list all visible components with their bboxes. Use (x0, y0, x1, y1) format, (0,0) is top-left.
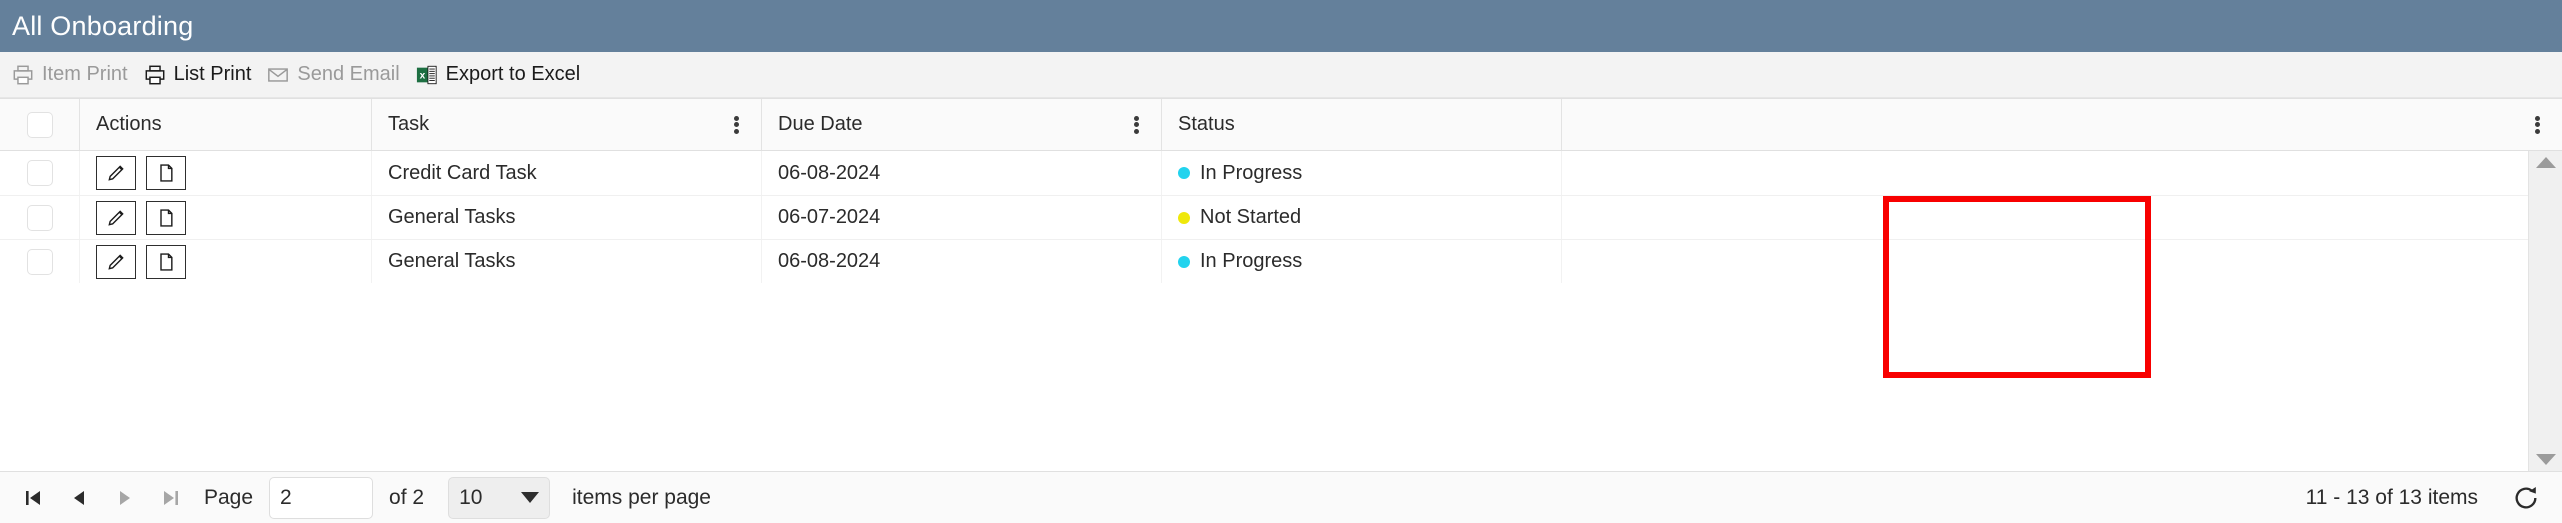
onboarding-grid-page: All Onboarding Item Print List Print Sen… (0, 0, 2562, 523)
row-actions-cell (80, 196, 372, 239)
row-select-cell (0, 240, 80, 283)
last-page-button[interactable] (148, 478, 194, 518)
table-row[interactable]: General Tasks 06-07-2024 Not Started (0, 195, 2562, 239)
previous-page-button[interactable] (56, 478, 102, 518)
row-status-cell: In Progress (1162, 240, 1562, 283)
chevron-down-icon (521, 492, 540, 503)
page-number-input[interactable] (269, 476, 374, 519)
column-menu-status-icon[interactable] (2528, 113, 2546, 137)
refresh-button[interactable] (2504, 478, 2548, 518)
toolbar: Item Print List Print Send Email x Expor… (0, 52, 2562, 98)
row-filler-cell (1562, 240, 2562, 283)
page-size-value: 10 (459, 485, 483, 509)
select-all-header-cell (0, 99, 80, 150)
column-header-due-date: Due Date (762, 99, 1162, 150)
column-header-task-label: Task (388, 113, 430, 135)
column-menu-due-date-icon[interactable] (1127, 113, 1145, 137)
scroll-up-arrow-icon[interactable] (2535, 157, 2556, 168)
table-row[interactable]: General Tasks 06-08-2024 In Progress (0, 239, 2562, 283)
export-to-excel-button[interactable]: x Export to Excel (412, 59, 593, 90)
row-checkbox[interactable] (26, 160, 53, 186)
send-email-label: Send Email (297, 63, 400, 85)
status-label: In Progress (1200, 161, 1303, 184)
column-header-actions-label: Actions (96, 113, 162, 135)
next-page-button[interactable] (102, 478, 148, 518)
edit-row-button[interactable] (96, 156, 136, 190)
status-dot (1178, 255, 1190, 268)
data-grid: Actions Task Due Date Status Credit Card… (0, 98, 2562, 471)
table-row[interactable]: Credit Card Task 06-08-2024 In Progress (0, 151, 2562, 195)
column-header-actions: Actions (80, 99, 372, 150)
row-actions-cell (80, 151, 372, 195)
grid-vertical-scrollbar[interactable] (2528, 151, 2562, 471)
grid-body: Credit Card Task 06-08-2024 In Progress (0, 151, 2562, 471)
scroll-down-arrow-icon[interactable] (2535, 454, 2556, 465)
column-header-status: Status (1162, 99, 1562, 150)
column-header-status-label: Status (1178, 113, 1235, 135)
row-filler-cell (1562, 196, 2562, 239)
row-task-cell: General Tasks (372, 196, 762, 239)
row-due-date-cell: 06-07-2024 (762, 196, 1162, 239)
column-menu-task-icon[interactable] (727, 113, 745, 137)
edit-row-button[interactable] (96, 200, 136, 235)
total-pages-label: of 2 (389, 485, 425, 509)
grid-header-row: Actions Task Due Date Status (0, 99, 2562, 151)
send-email-button[interactable]: Send Email (263, 59, 411, 90)
row-checkbox[interactable] (26, 204, 53, 231)
edit-row-button[interactable] (96, 244, 136, 279)
row-task-cell: Credit Card Task (372, 151, 762, 195)
status-dot (1178, 211, 1190, 224)
view-document-button[interactable] (146, 156, 186, 190)
page-label: Page (204, 485, 254, 509)
item-range-label: 11 - 13 of 13 items (2305, 485, 2478, 509)
row-status-cell: In Progress (1162, 151, 1562, 195)
row-select-cell (0, 196, 80, 239)
row-due-date-cell: 06-08-2024 (762, 151, 1162, 195)
view-document-button[interactable] (146, 200, 186, 235)
row-task-cell: General Tasks (372, 240, 762, 283)
column-header-due-date-label: Due Date (778, 113, 863, 135)
export-to-excel-label: Export to Excel (445, 63, 581, 85)
printer-icon (12, 64, 34, 86)
status-label: Not Started (1200, 206, 1302, 228)
column-header-filler (1562, 99, 2562, 150)
items-per-page-label: items per page (572, 485, 711, 509)
page-title: All Onboarding (12, 10, 194, 41)
excel-icon: x (416, 64, 438, 86)
envelope-icon (267, 64, 289, 86)
item-print-button[interactable]: Item Print (8, 59, 140, 90)
row-filler-cell (1562, 151, 2562, 195)
printer-icon (144, 64, 166, 86)
item-print-label: Item Print (42, 63, 128, 85)
list-print-button[interactable]: List Print (140, 59, 264, 90)
first-page-button[interactable] (10, 478, 56, 518)
status-dot (1178, 167, 1190, 179)
row-select-cell (0, 151, 80, 195)
page-header: All Onboarding (0, 0, 2562, 52)
view-document-button[interactable] (146, 244, 186, 279)
list-print-label: List Print (173, 63, 252, 85)
pagination-bar: Page of 2 10 items per page 11 - 13 of 1… (0, 471, 2562, 523)
row-status-cell: Not Started (1162, 196, 1562, 239)
status-label: In Progress (1200, 250, 1303, 272)
row-checkbox[interactable] (26, 248, 53, 275)
row-actions-cell (80, 240, 372, 283)
select-all-checkbox[interactable] (26, 111, 53, 138)
svg-text:x: x (419, 70, 425, 81)
row-due-date-cell: 06-08-2024 (762, 240, 1162, 283)
page-size-select[interactable]: 10 (448, 476, 551, 519)
column-header-task: Task (372, 99, 762, 150)
